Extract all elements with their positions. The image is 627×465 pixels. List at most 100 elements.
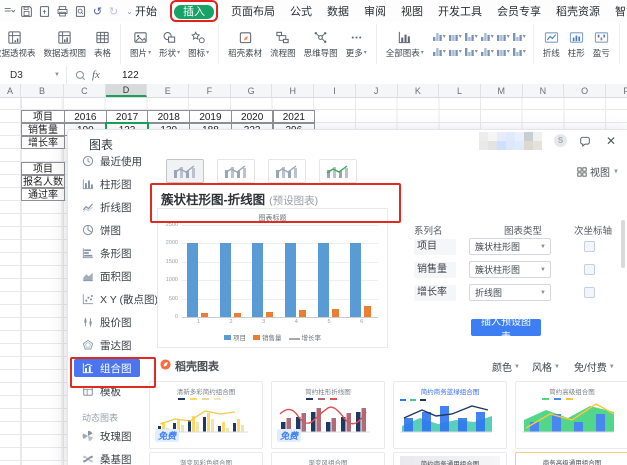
secondary-axis-checkbox[interactable] <box>584 287 595 298</box>
column-header-C[interactable]: C <box>64 84 106 97</box>
formula-value[interactable]: 122 <box>108 70 139 81</box>
chart-type-grid-item[interactable]: ▾ <box>512 29 528 44</box>
docer-card[interactable]: 简约高级组合图 <box>515 381 627 449</box>
tab-审阅[interactable]: 审阅 <box>364 3 386 19</box>
preset-thumbnail-3[interactable] <box>268 159 306 183</box>
sidebar-item-X Y (散点图)[interactable]: X Y (散点图) <box>74 290 140 308</box>
column-header-J[interactable]: J <box>356 84 398 97</box>
column-header-F[interactable]: F <box>189 84 231 97</box>
chart-type-grid-item[interactable]: ▾ <box>496 44 512 59</box>
sidebar-item-组合图[interactable]: 组合图 <box>74 359 140 377</box>
ribbon-形状[interactable]: 形状▾ <box>155 30 184 59</box>
preset-thumbnail-4[interactable] <box>319 159 357 183</box>
docer-card[interactable]: 商务高级通用组合图 <box>515 452 627 465</box>
secondary-axis-checkbox[interactable] <box>584 264 595 275</box>
column-header-I[interactable]: I <box>314 84 356 97</box>
chart-type-grid-item[interactable]: ▾ <box>432 29 448 44</box>
sheet-cell[interactable]: 2016 <box>64 110 107 123</box>
save-icon[interactable] <box>20 4 33 18</box>
column-header-K[interactable]: K <box>398 84 440 97</box>
ribbon-流程图[interactable]: 流程图 <box>266 30 300 59</box>
more-chevron-icon[interactable]: ⌄ <box>124 4 135 18</box>
column-header-L[interactable]: L <box>439 84 481 97</box>
column-header-D[interactable]: D <box>106 84 148 97</box>
ribbon-图标[interactable]: 图标▾ <box>184 30 213 59</box>
column-header-N[interactable]: N <box>523 84 565 97</box>
filter-风格[interactable]: 风格▼ <box>532 359 560 374</box>
sidebar-item-雷达图[interactable]: 雷达图 <box>74 336 140 354</box>
print-icon[interactable] <box>56 4 69 18</box>
column-header-B[interactable]: B <box>21 84 64 97</box>
sidebar-item-最近使用[interactable]: 最近使用 <box>74 152 140 170</box>
ribbon-数据透视图[interactable]: 数据透视图 <box>40 30 91 59</box>
column-header-A[interactable]: A <box>0 84 21 97</box>
sheet-cell[interactable]: 报名人数 <box>21 175 65 188</box>
filter-颜色[interactable]: 颜色▼ <box>492 359 520 374</box>
ribbon-数据透视表[interactable]: 数据透视表 <box>0 30 40 59</box>
column-header-E[interactable]: E <box>147 84 189 97</box>
ribbon-更多[interactable]: 更多▾ <box>342 30 371 59</box>
chart-type-grid-item[interactable]: ▾ <box>480 44 496 59</box>
ribbon-折线[interactable]: 折线 <box>539 30 564 59</box>
sheet-cell[interactable]: 2021 <box>273 110 316 123</box>
ribbon-表格[interactable]: 表格 <box>90 30 115 59</box>
tab-页面布局[interactable]: 页面布局 <box>231 3 275 19</box>
chart-type-select[interactable]: 簇状柱形图▼ <box>469 261 551 278</box>
ribbon-盈亏[interactable]: 盈亏 <box>589 30 614 59</box>
docer-card[interactable]: 简约柱形折线图免费 <box>271 381 385 449</box>
comment-icon[interactable] <box>579 136 591 148</box>
tab-会员专享[interactable]: 会员专享 <box>497 3 541 19</box>
preview-icon[interactable] <box>74 4 87 18</box>
docer-card[interactable]: 渐变风彩色组合图 <box>149 452 263 465</box>
sheet-cell[interactable]: 项目 <box>21 162 65 175</box>
menu-chevron-icon[interactable] <box>3 4 15 18</box>
tab-智能工具箱[interactable]: 智能工具箱 <box>615 3 627 19</box>
chart-type-grid-item[interactable]: ▾ <box>512 44 528 59</box>
docer-card[interactable]: 简约商务通用组合图 <box>393 452 507 465</box>
sidebar-item-面积图[interactable]: 面积图 <box>74 267 140 285</box>
chart-type-grid-item[interactable]: ▾ <box>480 29 496 44</box>
sheet-cell[interactable]: 2020 <box>231 110 274 123</box>
ribbon-稻壳素材[interactable]: 稻壳素材 <box>224 30 266 59</box>
chart-type-grid-item[interactable]: ▾ <box>448 29 464 44</box>
close-icon[interactable]: ✕ <box>606 134 616 148</box>
tab-公式[interactable]: 公式 <box>290 3 312 19</box>
ribbon-思维导图[interactable]: 思维导图 <box>300 30 342 59</box>
sheet-cell[interactable]: 通过率 <box>21 188 65 201</box>
sidebar-item-柱形图[interactable]: 柱形图 <box>74 175 140 193</box>
sheet-cell[interactable]: 2018 <box>147 110 190 123</box>
sidebar-item-股价图[interactable]: 股价图 <box>74 313 140 331</box>
cell-name-box[interactable]: D3 ▼ <box>0 66 67 84</box>
magnifier-icon[interactable] <box>75 70 86 81</box>
tab-数据[interactable]: 数据 <box>327 3 349 19</box>
sidebar-item-桑基图[interactable]: 桑基图 <box>74 450 140 465</box>
insert-preset-chart-button[interactable]: 插入预设图表 <box>471 319 541 336</box>
column-header-O[interactable]: O <box>564 84 606 97</box>
sidebar-item-折线图[interactable]: 折线图 <box>74 198 140 216</box>
chart-type-grid-item[interactable]: ▾ <box>448 44 464 59</box>
chart-type-select[interactable]: 折线图▼ <box>469 284 551 301</box>
view-toggle[interactable]: 视图 ▼ <box>577 164 619 179</box>
tab-插入[interactable]: 插入 <box>174 5 214 19</box>
docer-card[interactable]: 渐变风组合图 <box>271 452 385 465</box>
sidebar-item-饼图[interactable]: 饼图 <box>74 221 140 239</box>
ribbon-柱形[interactable]: 柱形 <box>564 30 589 59</box>
preset-thumbnail-1[interactable] <box>166 159 204 183</box>
s-badge-icon[interactable]: S <box>554 134 567 147</box>
tab-视图[interactable]: 视图 <box>401 3 423 19</box>
sidebar-item-条形图[interactable]: 条形图 <box>74 244 140 262</box>
column-header-P[interactable]: P <box>606 84 627 97</box>
secondary-axis-checkbox[interactable] <box>584 241 595 252</box>
chart-type-grid-item[interactable]: ▾ <box>496 29 512 44</box>
undo-icon[interactable]: ↺ <box>92 4 103 18</box>
sheet-cell[interactable]: 2019 <box>189 110 232 123</box>
filter-免/付费[interactable]: 免/付费▼ <box>574 359 615 374</box>
column-header-M[interactable]: M <box>481 84 523 97</box>
sidebar-item-玫瑰图[interactable]: 玫瑰图 <box>74 427 140 445</box>
fx-icon[interactable]: fx <box>92 69 100 81</box>
preset-thumbnail-2[interactable] <box>217 159 255 183</box>
sheet-cell[interactable]: 项目 <box>21 110 65 123</box>
chart-type-grid-item[interactable]: ▾ <box>464 29 480 44</box>
chart-type-select[interactable]: 簇状柱形图▼ <box>469 238 551 255</box>
ribbon-图片[interactable]: 图片▾ <box>126 30 155 59</box>
